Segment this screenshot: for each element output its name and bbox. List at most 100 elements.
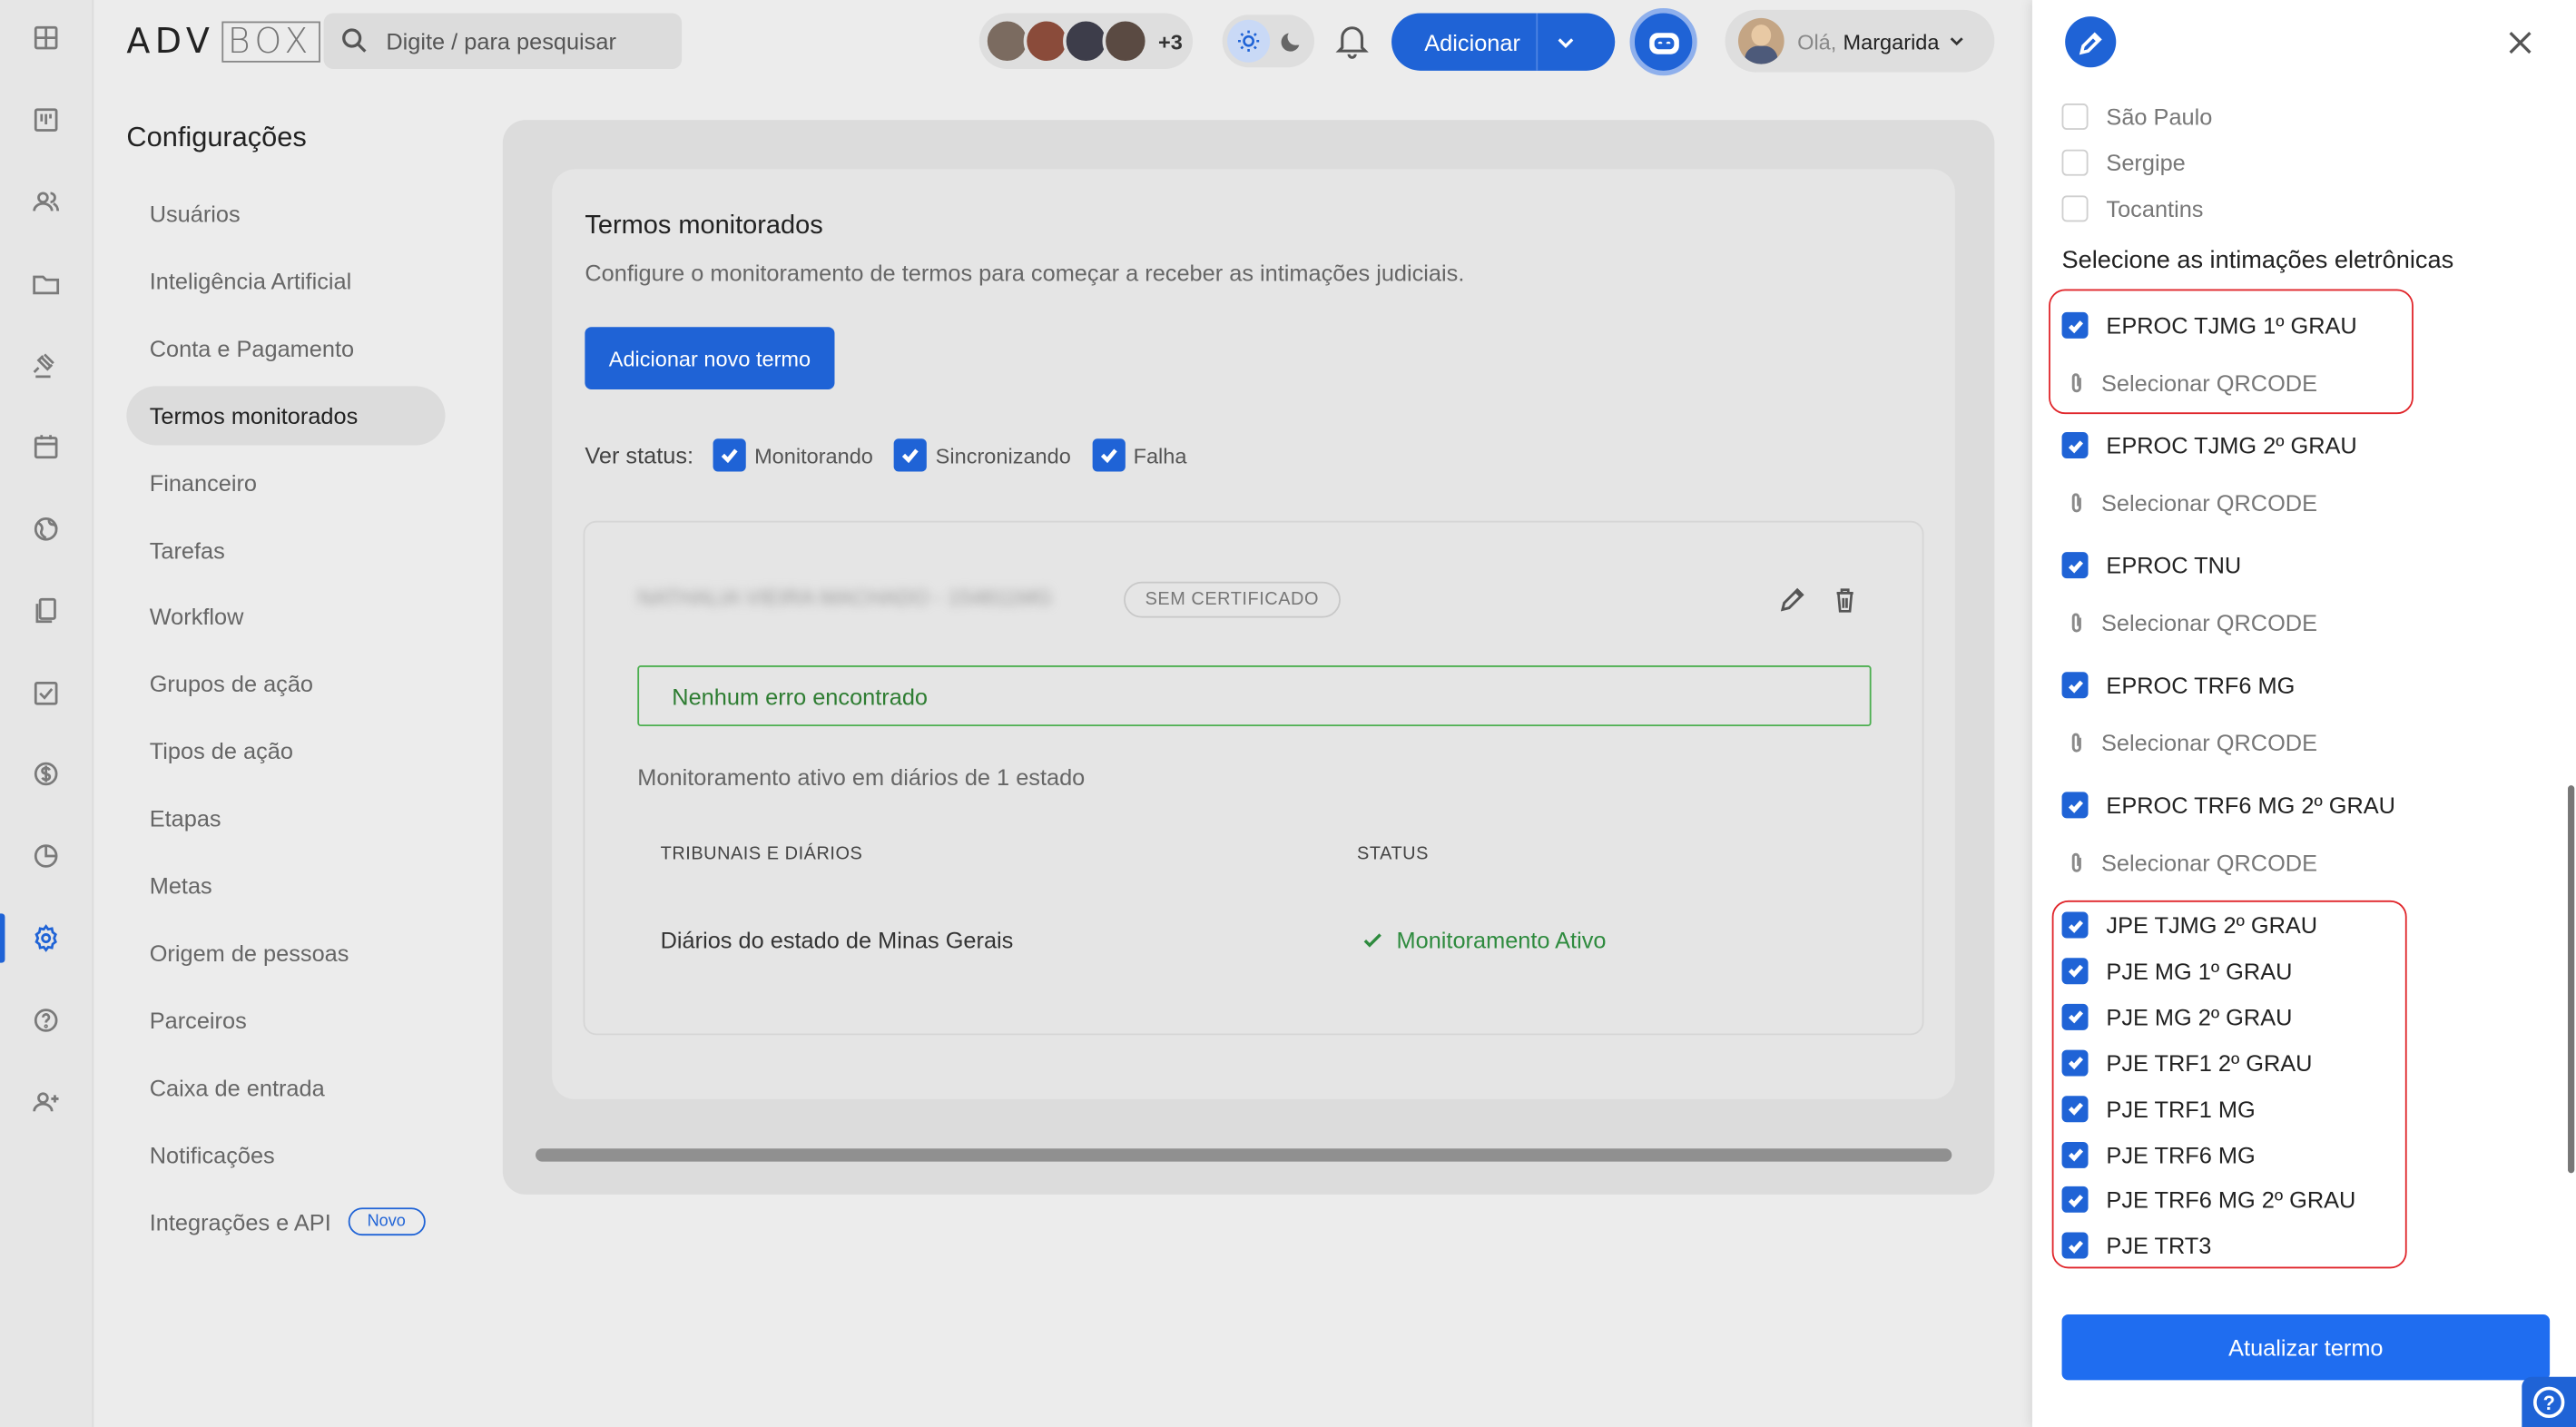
checkbox-unchecked[interactable]: [2061, 195, 2089, 222]
checkbox-checked[interactable]: [2061, 552, 2089, 579]
intimation-checkbox[interactable]: EPROC TJMG 1º GRAU: [2061, 309, 2357, 341]
chevron-down-icon[interactable]: [1556, 33, 1576, 53]
trash-icon[interactable]: [1830, 585, 1860, 615]
dollar-icon[interactable]: [28, 756, 64, 792]
settings-nav-item[interactable]: Integrações e API Novo: [126, 1192, 445, 1251]
intimation-checkbox[interactable]: PJE MG 1º GRAU: [2061, 954, 2293, 987]
checkbox-checked[interactable]: [2061, 1141, 2089, 1168]
checkbox-checked[interactable]: [2061, 911, 2089, 939]
status-sincronizando-checkbox[interactable]: Sincronizando: [894, 438, 1071, 472]
state-checkbox-sergipe[interactable]: Sergipe: [2061, 146, 2186, 179]
intimation-checkbox[interactable]: PJE TRF1 MG: [2061, 1092, 2256, 1125]
add-user-icon[interactable]: [28, 1085, 64, 1121]
theme-toggle[interactable]: [1222, 15, 1314, 68]
online-users[interactable]: +3: [978, 13, 1193, 70]
intimation-label: PJE TRT3: [2106, 1233, 2212, 1259]
settings-nav-item[interactable]: Tarefas: [126, 520, 445, 579]
settings-nav-item[interactable]: Etapas: [126, 789, 445, 848]
bell-icon[interactable]: [1335, 23, 1369, 59]
intimation-checkbox[interactable]: EPROC TRF6 MG 2º GRAU: [2061, 789, 2395, 822]
gear-icon[interactable]: [28, 920, 64, 957]
checkbox-checked[interactable]: [2061, 1095, 2089, 1122]
update-term-button[interactable]: Atualizar termo: [2061, 1314, 2551, 1381]
checkbox-checked[interactable]: [713, 438, 747, 472]
kanban-icon[interactable]: [28, 102, 64, 138]
intimation-checkbox[interactable]: PJE MG 2º GRAU: [2061, 1000, 2292, 1033]
intimation-label: PJE MG 1º GRAU: [2106, 958, 2293, 984]
term-name-blurred: NATHALIA VIEIRA MACHADO - 154811MG: [637, 585, 1053, 610]
ai-assistant-button[interactable]: [1629, 8, 1697, 76]
intimation-checkbox[interactable]: PJE TRF1 2º GRAU: [2061, 1046, 2312, 1078]
intimation-checkbox[interactable]: JPE TJMG 2º GRAU: [2061, 909, 2317, 941]
settings-nav-label: Origem de pessoas: [149, 940, 349, 967]
checkbox-checked[interactable]: [1092, 438, 1126, 472]
people-icon[interactable]: [28, 184, 64, 221]
gavel-icon[interactable]: [28, 347, 64, 383]
checkbox-checked[interactable]: [2061, 958, 2089, 984]
advbox-logo[interactable]: ADV BOX: [126, 18, 320, 64]
checkbox-checked[interactable]: [2061, 311, 2089, 339]
intimation-checkbox[interactable]: PJE TRT3: [2061, 1229, 2212, 1262]
intimations-title: Selecione as intimações eletrônicas: [2061, 246, 2454, 275]
monitoring-summary: Monitoramento ativo em diários de 1 esta…: [637, 763, 1086, 791]
add-button[interactable]: Adicionar: [1391, 13, 1616, 71]
help-icon[interactable]: [28, 1002, 64, 1038]
settings-nav-item[interactable]: Conta e Pagamento: [126, 319, 445, 378]
chart-pie-icon[interactable]: [28, 838, 64, 874]
state-checkbox-tocantins[interactable]: Tocantins: [2061, 192, 2203, 225]
globe-icon[interactable]: [28, 511, 64, 547]
close-icon[interactable]: [2503, 26, 2536, 59]
intimation-checkbox[interactable]: EPROC TRF6 MG: [2061, 669, 2295, 702]
checkbox-checked[interactable]: [2061, 1003, 2089, 1030]
settings-nav-item[interactable]: Termos monitorados: [126, 385, 446, 445]
checkbox-checked[interactable]: [2061, 432, 2089, 458]
checkbox-checked[interactable]: [2061, 1233, 2089, 1259]
documents-icon[interactable]: [28, 593, 64, 629]
settings-nav-label: Inteligência Artificial: [149, 267, 352, 294]
checkbox-checked[interactable]: [2061, 1049, 2089, 1076]
status-monitorando-checkbox[interactable]: Monitorando: [713, 438, 873, 472]
help-button[interactable]: ?: [2522, 1376, 2576, 1427]
status-falha-checkbox[interactable]: Falha: [1092, 438, 1186, 472]
checkbox-checked[interactable]: [2061, 792, 2089, 819]
settings-nav-item[interactable]: Caixa de entrada: [126, 1058, 445, 1117]
checkbox-unchecked[interactable]: [2061, 149, 2089, 176]
settings-nav-item[interactable]: Metas: [126, 856, 445, 915]
checklist-icon[interactable]: [28, 675, 64, 712]
folder-icon[interactable]: [28, 266, 64, 302]
intimation-checkbox[interactable]: PJE TRF6 MG: [2061, 1137, 2256, 1170]
settings-nav-item[interactable]: Notificações: [126, 1125, 445, 1184]
settings-nav-item[interactable]: Inteligência Artificial: [126, 251, 445, 310]
add-term-button[interactable]: Adicionar novo termo: [585, 327, 835, 389]
settings-nav-item[interactable]: Grupos de ação: [126, 654, 445, 714]
checkbox-checked[interactable]: [894, 438, 928, 472]
select-qrcode-button[interactable]: Selecionar QRCODE: [2065, 606, 2317, 639]
select-qrcode-button[interactable]: Selecionar QRCODE: [2065, 367, 2317, 399]
settings-nav-item[interactable]: Origem de pessoas: [126, 923, 445, 982]
settings-nav-item[interactable]: Financeiro: [126, 453, 445, 512]
intimation-label: PJE TRF6 MG 2º GRAU: [2106, 1186, 2356, 1214]
state-checkbox-sao-paulo[interactable]: São Paulo: [2061, 100, 2212, 133]
dashboard-icon[interactable]: [28, 20, 64, 56]
settings-nav-item[interactable]: Usuários: [126, 184, 445, 243]
select-qrcode-button[interactable]: Selecionar QRCODE: [2065, 726, 2317, 759]
calendar-icon[interactable]: [28, 428, 64, 465]
pencil-icon[interactable]: [1777, 585, 1807, 615]
horizontal-scrollbar[interactable]: [536, 1148, 1952, 1162]
checkbox-unchecked[interactable]: [2061, 103, 2089, 130]
intimation-checkbox[interactable]: EPROC TJMG 2º GRAU: [2061, 428, 2357, 461]
intimation-checkbox[interactable]: EPROC TNU: [2061, 549, 2241, 582]
settings-nav-item[interactable]: Workflow: [126, 587, 445, 646]
checkbox-checked[interactable]: [2061, 1186, 2089, 1214]
settings-nav-item[interactable]: Tipos de ação: [126, 722, 445, 781]
settings-nav-item[interactable]: Parceiros: [126, 990, 445, 1049]
select-qrcode-button[interactable]: Selecionar QRCODE: [2065, 487, 2317, 519]
vertical-scrollbar[interactable]: [2568, 785, 2575, 1174]
search-input[interactable]: Digite / para pesquisar: [323, 13, 683, 70]
intimation-checkbox[interactable]: PJE TRF6 MG 2º GRAU: [2061, 1184, 2356, 1216]
greeting: Olá,: [1797, 28, 1837, 54]
intimation-label: PJE TRF6 MG: [2106, 1141, 2256, 1168]
user-menu[interactable]: Olá, Margarida: [1725, 9, 1995, 73]
checkbox-checked[interactable]: [2061, 672, 2089, 699]
select-qrcode-button[interactable]: Selecionar QRCODE: [2065, 846, 2317, 879]
